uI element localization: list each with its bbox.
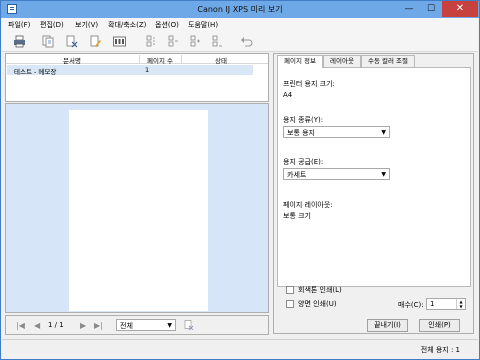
copy-page-icon[interactable] — [42, 35, 55, 48]
minimize-button[interactable]: — — [398, 1, 420, 17]
first-page-icon[interactable]: |◀ — [16, 321, 25, 330]
paper-size-value: A4 — [283, 91, 293, 99]
total-paper-count: 전체 용지 : 1 — [420, 346, 460, 354]
duplex-label: 양면 인쇄(U) — [298, 300, 337, 308]
paper-source-select[interactable]: 카세트 ▼ — [283, 168, 390, 180]
paper-source-label: 용지 공급(E): — [283, 158, 324, 166]
edit-page-icon[interactable] — [89, 35, 102, 48]
tab-layout[interactable]: 레이아웃 — [323, 55, 361, 67]
menu-file[interactable]: 파일(F) — [8, 20, 30, 30]
status-bar: 전체 용지 : 1 — [2, 339, 478, 359]
tab-manual-color[interactable]: 수동 컬러 조절 — [361, 55, 415, 67]
paper-size-label: 프린터 용지 크기: — [283, 80, 335, 88]
exit-button[interactable]: 끝내기(I) — [367, 319, 408, 332]
toolbar — [2, 32, 478, 52]
copies-value: 1 — [430, 300, 435, 308]
tab-page-info[interactable]: 페이지 정보 — [277, 55, 323, 68]
column-document-name[interactable]: 문서명 — [6, 55, 138, 65]
delete-page-icon[interactable] — [65, 35, 78, 48]
copies-stepper[interactable]: 1 ▲ ▼ — [426, 298, 466, 310]
maximize-button[interactable]: ☐ — [420, 1, 442, 17]
column-page-count[interactable]: 페이지 수 — [140, 55, 180, 65]
page-indicator: 1 / 1 — [48, 321, 64, 329]
media-type-value: 보통 용지 — [287, 129, 315, 137]
media-type-select[interactable]: 보통 용지 ▼ — [283, 126, 390, 138]
grayscale-label: 회색톤 인쇄(L) — [298, 286, 342, 294]
last-doc-icon[interactable] — [210, 35, 223, 48]
last-page-icon[interactable]: ▶| — [94, 321, 103, 330]
page-layout-value: 보통 크기 — [283, 212, 311, 220]
tab-content: 프린터 용지 크기: A4 용지 종류(Y): 보통 용지 ▼ 용지 공급(E)… — [277, 67, 471, 287]
menu-help[interactable]: 도움말(H) — [188, 20, 218, 30]
chevron-down-icon: ▼ — [381, 171, 386, 178]
prev-page-icon[interactable]: ◀ — [34, 321, 40, 330]
preview-area — [5, 103, 269, 313]
prev-doc-icon[interactable] — [166, 35, 179, 48]
column-status[interactable]: 상태 — [182, 55, 260, 65]
document-list: 문서명 페이지 수 상태 테스트 - 메모장 1 — [5, 53, 269, 102]
document-name: 테스트 - 메모장 — [14, 68, 57, 76]
title-bar: Canon IJ XPS 미리 보기 — ☐ ✕ — [1, 1, 479, 18]
chevron-down-icon: ▼ — [167, 322, 172, 329]
printer-icon[interactable] — [13, 35, 26, 48]
paper-source-value: 카세트 — [287, 171, 307, 179]
next-page-icon[interactable]: ▶ — [80, 321, 86, 330]
page-range-value: 전체 — [120, 322, 133, 330]
document-list-header: 문서명 페이지 수 상태 — [6, 54, 268, 65]
media-type-label: 용지 종류(Y): — [283, 116, 324, 124]
menu-options[interactable]: 옵션(O) — [155, 20, 179, 30]
menu-edit[interactable]: 편집(D) — [40, 20, 64, 30]
page-navigation-bar: |◀ ◀ 1 / 1 ▶ ▶| 전체 ▼ — [5, 315, 269, 335]
duplex-checkbox[interactable] — [286, 300, 294, 308]
menu-bar: 파일(F) 편집(D) 보기(V) 확대/축소(Z) 옵션(O) 도움말(H) — [2, 18, 478, 32]
page-range-select[interactable]: 전체 ▼ — [116, 319, 176, 331]
app-window: Canon IJ XPS 미리 보기 — ☐ ✕ 파일(F) 편집(D) 보기(… — [0, 0, 480, 360]
menu-zoom[interactable]: 확대/축소(Z) — [108, 20, 146, 30]
first-doc-icon[interactable] — [144, 35, 157, 48]
next-doc-icon[interactable] — [188, 35, 201, 48]
document-row[interactable]: 테스트 - 메모장 1 — [7, 65, 253, 76]
thumbnail-icon[interactable] — [113, 35, 126, 48]
print-button[interactable]: 인쇄(P) — [419, 319, 460, 332]
settings-panel: 페이지 정보 레이아웃 수동 컬러 조절 프린터 용지 크기: A4 용지 종류… — [273, 53, 474, 334]
close-button[interactable]: ✕ — [442, 1, 478, 17]
grayscale-checkbox[interactable] — [286, 286, 294, 294]
page-layout-label: 페이지 레이아웃: — [283, 201, 333, 209]
page-preview — [69, 110, 208, 311]
copies-label: 매수(C): — [398, 301, 424, 309]
page-delete-icon[interactable] — [184, 320, 194, 332]
menu-view[interactable]: 보기(V) — [75, 20, 98, 30]
stepper-arrows-icon[interactable]: ▲ ▼ — [456, 299, 465, 309]
undo-icon[interactable] — [240, 35, 253, 48]
document-page-count: 1 — [145, 66, 150, 74]
chevron-down-icon: ▼ — [381, 129, 386, 136]
